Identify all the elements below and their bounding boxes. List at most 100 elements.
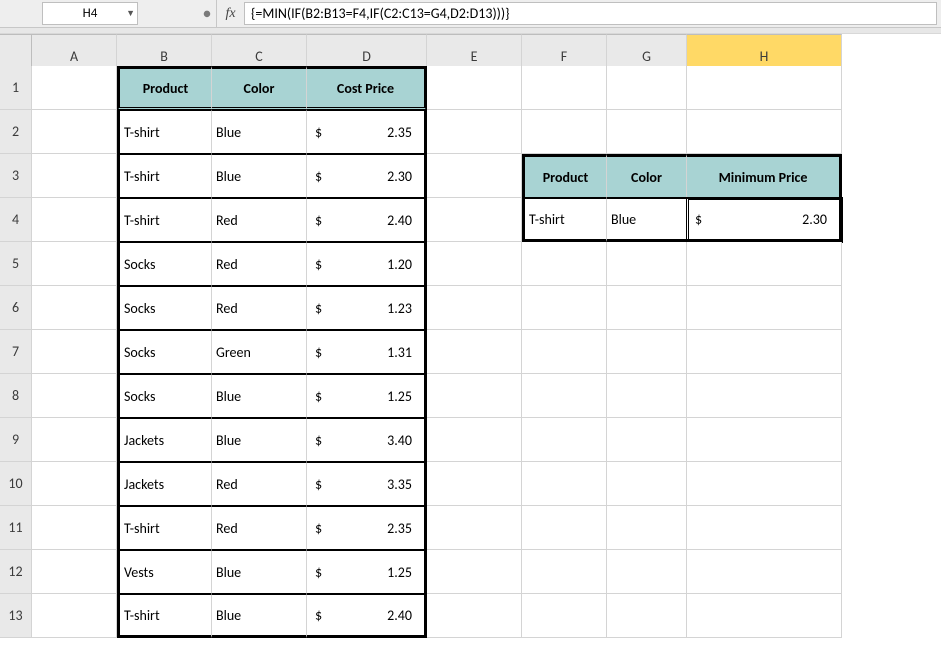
active-cell[interactable]: $2.30	[687, 198, 842, 242]
cell-B4[interactable]: T-shirt	[117, 198, 212, 242]
cell-B13[interactable]: T-shirt	[117, 594, 212, 638]
cell-H10[interactable]	[687, 462, 842, 506]
cell-C3[interactable]: Blue	[212, 154, 307, 198]
cell-B1[interactable]: Product	[117, 66, 212, 110]
cell-D10[interactable]: $3.35	[307, 462, 427, 506]
cell-D4[interactable]: $2.40	[307, 198, 427, 242]
cell-G5[interactable]	[607, 242, 687, 286]
cell-D8[interactable]: $1.25	[307, 374, 427, 418]
cell-A4[interactable]	[32, 198, 117, 242]
cell-H2[interactable]	[687, 110, 842, 154]
cell-E12[interactable]	[427, 550, 522, 594]
cell-A5[interactable]	[32, 242, 117, 286]
row-header-4[interactable]: 4	[0, 198, 32, 242]
cell-F1[interactable]	[522, 66, 607, 110]
cell-C2[interactable]: Blue	[212, 110, 307, 154]
row-header-8[interactable]: 8	[0, 374, 32, 418]
name-box-dropdown-icon[interactable]: ▼	[126, 8, 135, 19]
row-header-5[interactable]: 5	[0, 242, 32, 286]
cell-G4[interactable]: Blue	[607, 198, 687, 242]
cell-H5[interactable]	[687, 242, 842, 286]
cell-E2[interactable]	[427, 110, 522, 154]
cell-E10[interactable]	[427, 462, 522, 506]
cell-D12[interactable]: $1.25	[307, 550, 427, 594]
cell-F7[interactable]	[522, 330, 607, 374]
cell-F8[interactable]	[522, 374, 607, 418]
cell-F3[interactable]: Product	[522, 154, 607, 198]
fx-icon[interactable]: fx	[216, 0, 244, 27]
cell-E4[interactable]	[427, 198, 522, 242]
cell-F6[interactable]	[522, 286, 607, 330]
cell-A2[interactable]	[32, 110, 117, 154]
cell-A1[interactable]	[32, 66, 117, 110]
cell-B10[interactable]: Jackets	[117, 462, 212, 506]
cell-D7[interactable]: $1.31	[307, 330, 427, 374]
cell-D11[interactable]: $2.35	[307, 506, 427, 550]
cell-H8[interactable]	[687, 374, 842, 418]
cell-B12[interactable]: Vests	[117, 550, 212, 594]
row-header-1[interactable]: 1	[0, 66, 32, 110]
cell-H3[interactable]: Minimum Price	[687, 154, 842, 198]
cell-H12[interactable]	[687, 550, 842, 594]
cell-B9[interactable]: Jackets	[117, 418, 212, 462]
cell-C13[interactable]: Blue	[212, 594, 307, 638]
cell-H1[interactable]	[687, 66, 842, 110]
cell-A8[interactable]	[32, 374, 117, 418]
cell-D5[interactable]: $1.20	[307, 242, 427, 286]
cell-F12[interactable]	[522, 550, 607, 594]
cell-B3[interactable]: T-shirt	[117, 154, 212, 198]
cell-G11[interactable]	[607, 506, 687, 550]
cell-C7[interactable]: Green	[212, 330, 307, 374]
cell-G13[interactable]	[607, 594, 687, 638]
cell-C8[interactable]: Blue	[212, 374, 307, 418]
cell-D2[interactable]: $2.35	[307, 110, 427, 154]
cell-E6[interactable]	[427, 286, 522, 330]
cell-B8[interactable]: Socks	[117, 374, 212, 418]
cell-F11[interactable]	[522, 506, 607, 550]
cell-G9[interactable]	[607, 418, 687, 462]
cell-G7[interactable]	[607, 330, 687, 374]
cell-C5[interactable]: Red	[212, 242, 307, 286]
cell-B7[interactable]: Socks	[117, 330, 212, 374]
cell-A13[interactable]	[32, 594, 117, 638]
cell-H7[interactable]	[687, 330, 842, 374]
row-header-3[interactable]: 3	[0, 154, 32, 198]
cell-C12[interactable]: Blue	[212, 550, 307, 594]
cell-H6[interactable]	[687, 286, 842, 330]
cell-D1[interactable]: Cost Price	[307, 66, 427, 110]
cell-E9[interactable]	[427, 418, 522, 462]
cell-F10[interactable]	[522, 462, 607, 506]
cell-A10[interactable]	[32, 462, 117, 506]
cell-G6[interactable]	[607, 286, 687, 330]
cell-H11[interactable]	[687, 506, 842, 550]
name-box[interactable]: H4 ▼	[42, 2, 138, 25]
formula-input[interactable]: {=MIN(IF(B2:B13=F4,IF(C2:C13=G4,D2:D13))…	[244, 2, 937, 25]
cell-D3[interactable]: $2.30	[307, 154, 427, 198]
cell-H13[interactable]	[687, 594, 842, 638]
cell-E1[interactable]	[427, 66, 522, 110]
cell-D13[interactable]: $2.40	[307, 594, 427, 638]
cell-C6[interactable]: Red	[212, 286, 307, 330]
cell-D9[interactable]: $3.40	[307, 418, 427, 462]
row-header-11[interactable]: 11	[0, 506, 32, 550]
cell-F4[interactable]: T-shirt	[522, 198, 607, 242]
cell-A9[interactable]	[32, 418, 117, 462]
cell-G12[interactable]	[607, 550, 687, 594]
cell-B11[interactable]: T-shirt	[117, 506, 212, 550]
cell-A6[interactable]	[32, 286, 117, 330]
cell-G2[interactable]	[607, 110, 687, 154]
cell-C1[interactable]: Color	[212, 66, 307, 110]
cell-E5[interactable]	[427, 242, 522, 286]
cell-A11[interactable]	[32, 506, 117, 550]
cell-E3[interactable]	[427, 154, 522, 198]
row-header-13[interactable]: 13	[0, 594, 32, 638]
cell-F13[interactable]	[522, 594, 607, 638]
cell-D6[interactable]: $1.23	[307, 286, 427, 330]
cell-F9[interactable]	[522, 418, 607, 462]
cell-E11[interactable]	[427, 506, 522, 550]
cell-C9[interactable]: Blue	[212, 418, 307, 462]
cell-A3[interactable]	[32, 154, 117, 198]
cell-B5[interactable]: Socks	[117, 242, 212, 286]
row-header-7[interactable]: 7	[0, 330, 32, 374]
row-header-10[interactable]: 10	[0, 462, 32, 506]
